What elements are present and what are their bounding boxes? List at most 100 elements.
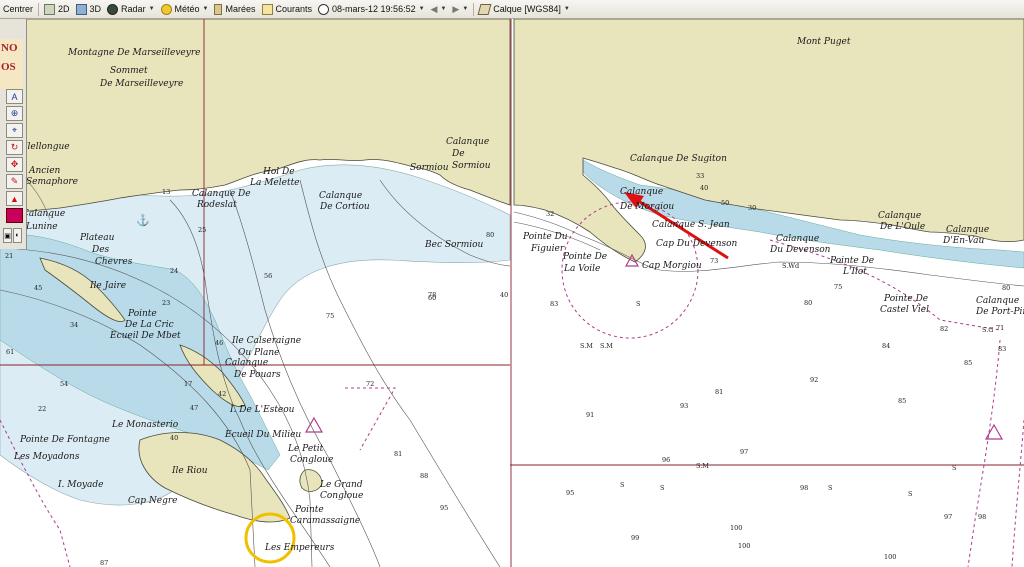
depth-sounding: 97 bbox=[944, 513, 952, 521]
place-label: Ou Plane bbox=[238, 348, 279, 358]
place-label: Calanque bbox=[22, 209, 65, 219]
place-label: De Pouars bbox=[233, 370, 281, 380]
meteo-label: Météo bbox=[174, 4, 200, 14]
pencil-icon: ✎ bbox=[10, 176, 19, 186]
time-back-dropdown-icon[interactable]: ▼ bbox=[440, 6, 446, 12]
centrer-label: Centrer bbox=[3, 4, 34, 14]
place-label: I. De L'Esteou bbox=[229, 405, 295, 415]
target-button[interactable]: ⊕ bbox=[6, 106, 23, 121]
place-label: De Morgiou bbox=[619, 202, 674, 212]
meteo-dropdown-icon[interactable]: ▼ bbox=[203, 6, 209, 12]
place-label: Figuier bbox=[530, 244, 565, 254]
place-label: De Cortiou bbox=[319, 202, 370, 212]
place-label: Sormiou bbox=[410, 163, 449, 173]
place-label: De bbox=[451, 149, 465, 159]
depth-sounding: 46 bbox=[215, 339, 223, 347]
depth-sounding: 25 bbox=[198, 226, 206, 234]
place-label: Les Empereurs bbox=[264, 543, 335, 553]
depth-sounding: S bbox=[660, 484, 664, 492]
pencil-button[interactable]: ✎ bbox=[6, 174, 23, 189]
view-2d-button[interactable]: 2D bbox=[41, 1, 73, 18]
place-label: Castel Viel bbox=[880, 305, 929, 315]
depth-sounding: 54 bbox=[60, 380, 68, 388]
place-label: Calanque bbox=[776, 234, 819, 244]
place-label: Le Grand bbox=[319, 480, 363, 490]
measure-button[interactable]: ⌖ bbox=[6, 123, 23, 138]
depth-sounding: 84 bbox=[882, 342, 890, 350]
depth-sounding: 96 bbox=[662, 456, 670, 464]
place-label: Cap Negre bbox=[128, 496, 177, 506]
depth-sounding: 98 bbox=[978, 513, 986, 521]
meteo-button[interactable]: Météo ▼ bbox=[158, 1, 212, 18]
measure-icon: ⌖ bbox=[11, 125, 18, 135]
place-label: Mont Puget bbox=[796, 37, 851, 47]
depth-sounding: 81 bbox=[394, 450, 402, 458]
depth-sounding: 99 bbox=[631, 534, 639, 542]
depth-sounding: 98 bbox=[800, 484, 808, 492]
time-forward-button[interactable]: ▶ ▼ bbox=[449, 1, 471, 18]
place-label: Hol De bbox=[262, 167, 295, 177]
place-label: Calanque bbox=[225, 358, 268, 368]
depth-sounding: 13 bbox=[162, 188, 170, 196]
marees-label: Marées bbox=[225, 4, 256, 14]
depth-sounding: S bbox=[952, 464, 956, 472]
depth-sounding: 21 bbox=[5, 252, 13, 260]
depth-sounding: S.M bbox=[696, 462, 709, 470]
time-forward-dropdown-icon[interactable]: ▼ bbox=[462, 6, 468, 12]
depth-sounding: 85 bbox=[898, 397, 906, 405]
place-label: De Marseilleveyre bbox=[99, 79, 183, 89]
pan-button[interactable]: ✥ bbox=[6, 157, 23, 172]
calque-button[interactable]: Calque [WGS84] ▼ bbox=[476, 1, 572, 18]
place-label: Rodeslat bbox=[196, 200, 237, 210]
depth-sounding: 81 bbox=[715, 388, 723, 396]
place-label: Ecueil Du Milieu bbox=[224, 430, 301, 440]
toolbar-separator bbox=[473, 2, 475, 16]
place-label: Caramassaigne bbox=[290, 516, 360, 526]
radar-button[interactable]: Radar ▼ bbox=[104, 1, 157, 18]
view-2d-label: 2D bbox=[58, 4, 70, 14]
view-3d-label: 3D bbox=[89, 4, 102, 14]
depth-sounding: 100 bbox=[884, 553, 896, 561]
depth-sounding: 95 bbox=[440, 504, 448, 512]
nautical-chart[interactable]: ⚓ Montagne De Marseilleveyre Sommet De Mar… bbox=[0, 19, 1024, 567]
datetime-label: 08-mars-12 19:56:52 bbox=[332, 4, 416, 14]
place-label: Sormiou bbox=[452, 161, 491, 171]
depth-sounding: S.G bbox=[982, 326, 993, 334]
north-arrow-icon: A bbox=[11, 91, 18, 102]
depth-sounding: 32 bbox=[546, 210, 554, 218]
calque-dropdown-icon[interactable]: ▼ bbox=[564, 6, 570, 12]
depth-sounding: S bbox=[636, 300, 640, 308]
triangle-button[interactable]: ▲ bbox=[6, 191, 23, 206]
rotate-button[interactable]: ↻ bbox=[6, 140, 23, 155]
datetime-control[interactable]: 08-mars-12 19:56:52 ▼ bbox=[315, 1, 428, 18]
depth-sounding: 80 bbox=[1002, 284, 1010, 292]
place-label: Congloue bbox=[320, 491, 363, 501]
toggle-button-b[interactable]: ◐ bbox=[13, 228, 22, 243]
view-3d-button[interactable]: 3D bbox=[73, 1, 105, 18]
color-swatch-button[interactable] bbox=[6, 208, 23, 223]
time-back-button[interactable]: ◀ ▼ bbox=[428, 1, 450, 18]
place-label: Ile Riou bbox=[171, 466, 208, 476]
datetime-dropdown-icon[interactable]: ▼ bbox=[419, 6, 425, 12]
depth-sounding: 61 bbox=[6, 348, 14, 356]
marees-button[interactable]: Marées bbox=[211, 1, 258, 18]
depth-sounding: 100 bbox=[730, 524, 742, 532]
toggle-button-a[interactable]: ▣ bbox=[3, 228, 12, 243]
radar-icon bbox=[107, 3, 119, 15]
depth-sounding: S bbox=[908, 490, 912, 498]
depth-sounding: 34 bbox=[70, 321, 78, 329]
depth-sounding: 30 bbox=[748, 204, 756, 212]
place-label: Pointe De bbox=[883, 294, 928, 304]
courants-button[interactable]: Courants bbox=[259, 1, 316, 18]
centrer-button[interactable]: Centrer bbox=[0, 1, 36, 18]
radar-dropdown-icon[interactable]: ▼ bbox=[149, 6, 155, 12]
place-label: De L'Oule bbox=[879, 222, 925, 232]
place-label: Pointe bbox=[127, 309, 157, 319]
depth-sounding: 42 bbox=[218, 390, 226, 398]
north-arrow-button[interactable]: A bbox=[6, 89, 23, 104]
anchor-icon: ⚓ bbox=[136, 214, 150, 227]
depth-sounding: 23 bbox=[162, 299, 170, 307]
tool-sidebar: NO OS A ⊕ ⌖ ↻ ✥ ✎ ▲ ▣ ◐ bbox=[0, 19, 27, 249]
depth-sounding: 60 bbox=[428, 294, 436, 302]
place-label: Pointe bbox=[294, 505, 324, 515]
